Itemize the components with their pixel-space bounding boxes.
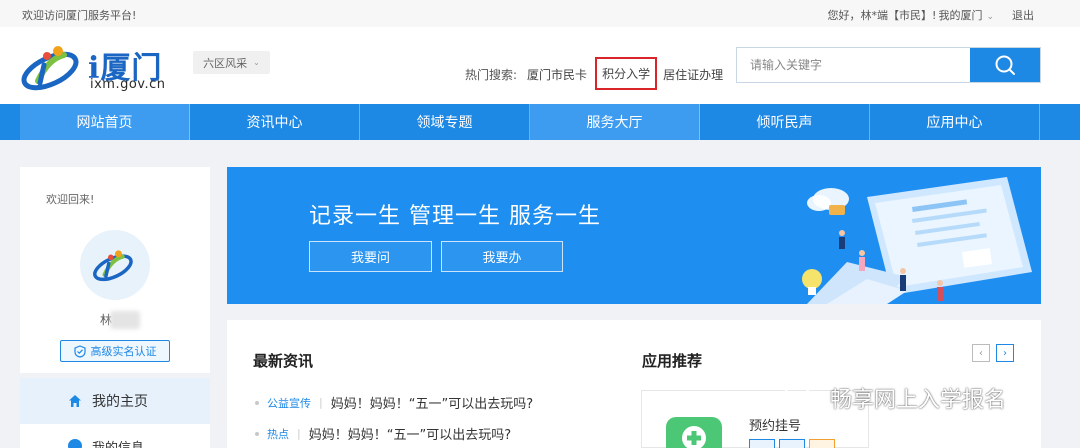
bullet-icon — [255, 431, 259, 436]
chevron-left-icon: ‹ — [979, 347, 983, 359]
my-xiamen-link[interactable]: 我的厦门 ⌄ — [938, 7, 994, 23]
banner: 记录一生 管理一生 服务一生 我要问 我要办 — [227, 167, 1041, 304]
hot-keyword-points-enrollment[interactable]: 积分入学 — [595, 57, 658, 90]
nav-news-center[interactable]: 资讯中心 — [190, 104, 360, 140]
avatar[interactable] — [80, 230, 150, 300]
region-select-label: 六区风采 — [203, 56, 248, 70]
news-text[interactable]: 妈妈！妈妈！“五一”可以出去玩吗? — [331, 393, 533, 412]
hot-search-label: 热门搜索: — [465, 67, 518, 82]
chevron-down-icon: ⌄ — [253, 58, 260, 67]
sidebar-item-label: 我的信息 — [92, 440, 145, 448]
news-tag[interactable]: 热点 — [267, 426, 289, 442]
username-blur — [110, 311, 140, 329]
verify-badge[interactable]: 高级实名认证 — [60, 340, 170, 362]
news-section-title: 最新资讯 — [253, 352, 314, 370]
app-chips — [749, 439, 835, 448]
apps-section-title: 应用推荐 — [642, 352, 703, 370]
appointment-icon — [666, 417, 722, 448]
bullet-icon — [255, 400, 259, 405]
search-button[interactable] — [970, 48, 1040, 82]
home-icon — [69, 395, 81, 407]
hot-keyword-residence-permit[interactable]: 居住证办理 — [663, 66, 723, 83]
search-input[interactable] — [737, 48, 970, 82]
banner-illustration — [802, 177, 1032, 304]
app-chip — [779, 439, 805, 448]
do-button[interactable]: 我要办 — [441, 241, 563, 272]
verify-badge-label: 高级实名认证 — [90, 345, 157, 358]
watermark-text: 畅享网上入学报名 — [830, 388, 1007, 413]
banner-slogan: 记录一生 管理一生 服务一生 — [309, 204, 601, 229]
user-links: 您好，林*端【市民】! 我的厦门 ⌄ 退出 — [828, 7, 1034, 23]
nav-public-voice[interactable]: 倾听民声 — [700, 104, 870, 140]
wechat-icon — [783, 385, 820, 412]
site-logo[interactable]: i厦门 ixm.gov.cn — [20, 41, 190, 93]
list-item[interactable]: 公益宣传 | 妈妈！妈妈！“五一”可以出去玩吗? — [255, 393, 533, 412]
hot-search: 热门搜索: 厦门市民卡 积分入学 居住证办理 — [465, 57, 723, 90]
app-chip — [749, 439, 775, 448]
search-box — [736, 47, 1041, 83]
logo-icon — [93, 250, 133, 282]
region-select[interactable]: 六区风采 ⌄ — [193, 51, 270, 74]
list-item[interactable]: 热点 | 妈妈！妈妈！“五一”可以出去玩吗? — [255, 424, 511, 443]
user-icon — [68, 439, 82, 448]
sidebar-item-my-info[interactable]: 我的信息 — [20, 434, 210, 448]
shield-check-icon — [73, 344, 86, 358]
welcome-back-text: 欢迎回来! — [46, 193, 95, 206]
nav-topics[interactable]: 领域专题 — [360, 104, 530, 140]
next-arrow-button[interactable]: › — [996, 344, 1014, 362]
news-tag[interactable]: 公益宣传 — [267, 395, 311, 411]
top-bar: 欢迎访问厦门服务平台! 您好，林*端【市民】! 我的厦门 ⌄ 退出 — [0, 0, 1080, 27]
separator: | — [297, 427, 301, 440]
chevron-right-icon: › — [1003, 347, 1007, 359]
separator: | — [319, 396, 323, 409]
welcome-text: 欢迎访问厦门服务平台! — [22, 9, 137, 22]
nav-app-center[interactable]: 应用中心 — [870, 104, 1040, 140]
prev-arrow-button[interactable]: ‹ — [972, 344, 990, 362]
greeting-text: 您好，林*端【市民】! — [827, 9, 937, 22]
sidebar-menu: 我的主页 我的信息 — [20, 378, 210, 448]
sidebar-item-my-home[interactable]: 我的主页 — [20, 378, 210, 424]
app-chip — [809, 439, 835, 448]
watermark: 畅享网上入学报名 — [782, 382, 1006, 414]
app-name: 预约挂号 — [749, 419, 802, 434]
username: 林 — [100, 311, 150, 331]
logo-icon — [21, 46, 79, 91]
chevron-down-icon: ⌄ — [986, 12, 994, 22]
app-carousel-controls: ‹ › — [972, 344, 1014, 362]
brand-domain: ixm.gov.cn — [90, 77, 166, 92]
search-icon — [995, 55, 1015, 75]
hot-keyword-citizen-card[interactable]: 厦门市民卡 — [527, 66, 587, 83]
sidebar-item-label: 我的主页 — [92, 394, 148, 410]
header: i厦门 ixm.gov.cn 六区风采 ⌄ 热门搜索: 厦门市民卡 积分入学 居… — [0, 27, 1080, 104]
logout-link[interactable]: 退出 — [1012, 7, 1034, 23]
user-panel: 欢迎回来! 林 高级实名认证 — [20, 167, 210, 373]
main-nav: 网站首页 资讯中心 领域专题 服务大厅 倾听民声 应用中心 — [0, 104, 1080, 140]
nav-service-hall[interactable]: 服务大厅 — [530, 104, 700, 140]
nav-home[interactable]: 网站首页 — [20, 104, 190, 140]
news-text[interactable]: 妈妈！妈妈！“五一”可以出去玩吗? — [309, 424, 511, 443]
ask-button[interactable]: 我要问 — [309, 241, 432, 272]
